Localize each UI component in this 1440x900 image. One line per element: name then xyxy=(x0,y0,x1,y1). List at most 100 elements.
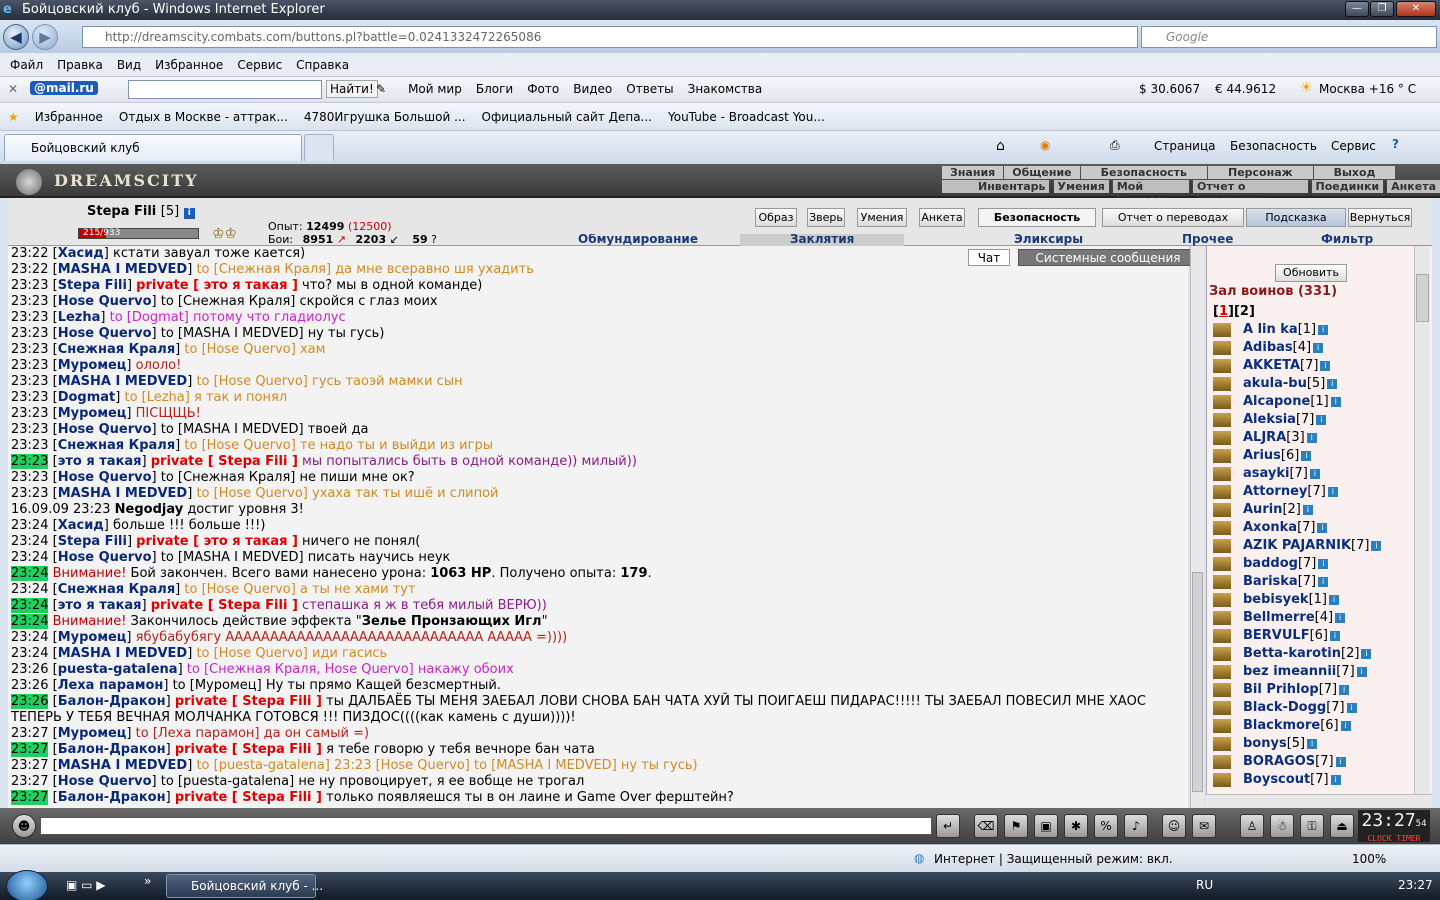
player-nick[interactable]: Alcapone xyxy=(1243,394,1310,409)
player-list-item[interactable]: Attorney[7] i xyxy=(1213,484,1338,502)
print-icon[interactable]: ⎙ xyxy=(1110,138,1120,153)
private-message-icon[interactable] xyxy=(1213,466,1231,481)
chat-recipient[interactable]: to [Hose Quervo] xyxy=(196,374,307,389)
player-list-item[interactable]: Adibas[4] i xyxy=(1213,340,1324,358)
player-list-item[interactable]: Aurin[2] i xyxy=(1213,502,1313,520)
chat-nick[interactable]: Балон-Дракон xyxy=(58,790,166,805)
info-icon[interactable]: i xyxy=(1302,504,1313,515)
language-indicator[interactable]: RU xyxy=(1196,878,1213,892)
tab-other[interactable]: Прочее xyxy=(1182,234,1233,246)
chat-recipient[interactable]: to [Снежная Краля, Hose Quervo] xyxy=(187,662,414,677)
player-nick[interactable]: akula-bu xyxy=(1243,376,1307,391)
info-icon[interactable]: i xyxy=(1320,360,1331,371)
private-message-icon[interactable] xyxy=(1213,610,1231,625)
close-button[interactable]: ✕ xyxy=(1396,1,1436,17)
chat-nick[interactable]: Hose Quervo xyxy=(58,470,152,485)
private-message-icon[interactable] xyxy=(1213,412,1231,427)
private-message-icon[interactable] xyxy=(1213,484,1231,499)
private-message-icon[interactable] xyxy=(1213,430,1231,445)
info-icon[interactable]: i xyxy=(1317,522,1328,533)
info-icon[interactable]: i xyxy=(1328,594,1339,605)
private-message-icon[interactable] xyxy=(1213,358,1231,373)
chat-nick[interactable]: Балон-Дракон xyxy=(58,694,166,709)
player-nick[interactable]: Bariska xyxy=(1243,574,1298,589)
player-nick[interactable]: A lin ka xyxy=(1243,322,1298,337)
chat-scrollbar[interactable] xyxy=(1190,246,1204,808)
chat-nick[interactable]: Муромец xyxy=(58,726,127,741)
info-icon[interactable]: i xyxy=(1335,756,1346,767)
home-icon[interactable]: ⌂ xyxy=(996,138,1005,154)
skills-button[interactable]: Умения xyxy=(857,208,907,227)
info-icon[interactable]: i xyxy=(1335,612,1346,623)
tab-active[interactable]: Бойцовский клуб xyxy=(4,134,302,161)
player-nick[interactable]: bez imeannii xyxy=(1243,664,1336,679)
chat-recipient[interactable]: to [Муромец] xyxy=(173,678,262,693)
chat-nick[interactable]: Снежная Краля xyxy=(58,342,175,357)
chat-recipient[interactable]: to [puesta-gatalena] xyxy=(161,774,294,789)
info-icon[interactable]: i xyxy=(1371,540,1382,551)
sidebar-scroll-thumb[interactable] xyxy=(1416,274,1429,322)
maximize-button[interactable]: ❐ xyxy=(1370,1,1394,17)
back-button[interactable]: ◀ xyxy=(3,24,29,50)
player-list-item[interactable]: Alcapone[1] i xyxy=(1213,394,1341,412)
private-message-icon[interactable] xyxy=(1213,700,1231,715)
send-icon[interactable]: ↵ xyxy=(936,814,960,838)
player-list-item[interactable]: bez imeannii[7] i xyxy=(1213,664,1367,682)
chat-nick[interactable]: Hose Quervo xyxy=(58,294,152,309)
image-button[interactable]: Образ xyxy=(755,208,797,227)
info-icon[interactable]: i xyxy=(1361,648,1372,659)
chevron-icon[interactable]: » xyxy=(144,874,151,888)
player-nick[interactable]: bonys xyxy=(1243,736,1287,751)
chat-nick[interactable]: MASHA I MEDVED xyxy=(58,486,188,501)
chat-recipient[interactable]: to [Hose Quervo] xyxy=(196,486,307,501)
sidebar-scrollbar[interactable] xyxy=(1414,246,1430,794)
hint-button[interactable]: Подсказка xyxy=(1246,208,1346,227)
tab-system-messages[interactable]: Системные сообщения xyxy=(1018,249,1198,266)
player-nick[interactable]: AZIK PAJARNIK xyxy=(1243,538,1351,553)
exit-icon[interactable]: ⏏ xyxy=(1330,814,1354,838)
private-message-icon[interactable] xyxy=(1213,340,1231,355)
nav-communication[interactable]: Общение xyxy=(1004,166,1080,179)
star-icon[interactable]: ★ xyxy=(8,110,19,124)
nav-skills[interactable]: Умения xyxy=(1053,180,1109,193)
player-list-item[interactable]: asayki[7] i xyxy=(1213,466,1320,484)
info-icon[interactable]: i xyxy=(1356,666,1367,677)
info-icon[interactable]: i xyxy=(1318,324,1329,335)
chat-recipient[interactable]: to [Hose Quervo] xyxy=(196,646,307,661)
clear-icon[interactable]: ⌫ xyxy=(974,814,998,838)
chat-scroll-thumb[interactable] xyxy=(1192,572,1203,792)
player-nick[interactable]: ALJRA xyxy=(1243,430,1286,445)
chat-recipient[interactable]: to [Dogmat] xyxy=(110,310,189,325)
info-icon[interactable]: i xyxy=(1330,774,1341,785)
dating-link[interactable]: Знакомства xyxy=(688,82,763,96)
player-list-item[interactable]: Bariska[7] i xyxy=(1213,574,1329,592)
player-nick[interactable]: Attorney xyxy=(1243,484,1307,499)
nav-knowledge[interactable]: Знания xyxy=(942,166,1004,179)
chat-nick[interactable]: Муромец xyxy=(58,406,127,421)
chat-nick[interactable]: Hose Quervo xyxy=(58,422,152,437)
chat-nick[interactable]: Hose Quervo xyxy=(58,326,152,341)
menu-help[interactable]: Справка xyxy=(296,58,349,72)
chat-private[interactable]: private [ Stepa Fili ] xyxy=(151,454,298,469)
player-list-item[interactable]: BERVULF[6] i xyxy=(1213,628,1341,646)
menu-favorites[interactable]: Избранное xyxy=(155,58,223,72)
private-message-icon[interactable] xyxy=(1213,574,1231,589)
info-icon[interactable]: i xyxy=(1327,378,1338,389)
chat-recipient[interactable]: to [Снежная Краля] xyxy=(196,262,331,277)
mail-search-input[interactable] xyxy=(128,80,322,99)
chat-private[interactable]: private [ это я такая ] xyxy=(136,534,298,549)
chat-nick[interactable]: Муромец xyxy=(58,358,127,373)
help-icon[interactable]: ? xyxy=(1392,137,1399,151)
player-nick[interactable]: Bellmerre xyxy=(1243,610,1315,625)
player-list-item[interactable]: Bellmerre[4] i xyxy=(1213,610,1346,628)
player-list-item[interactable]: Axonka[7] i xyxy=(1213,520,1328,538)
chat-recipient[interactable]: to [MASHA I MEDVED] xyxy=(161,422,304,437)
info-icon[interactable]: i xyxy=(1327,486,1338,497)
private-message-icon[interactable] xyxy=(1213,502,1231,517)
tab-filter[interactable]: Фильтр xyxy=(1321,234,1373,246)
player-list-item[interactable]: Bil Prihlop[7] i xyxy=(1213,682,1350,700)
player-list-item[interactable]: Aleksia[7] i xyxy=(1213,412,1327,430)
player-nick[interactable]: Arius xyxy=(1243,448,1281,463)
player-list-item[interactable]: ALJRA[3] i xyxy=(1213,430,1317,448)
info-icon[interactable]: i xyxy=(1346,702,1357,713)
